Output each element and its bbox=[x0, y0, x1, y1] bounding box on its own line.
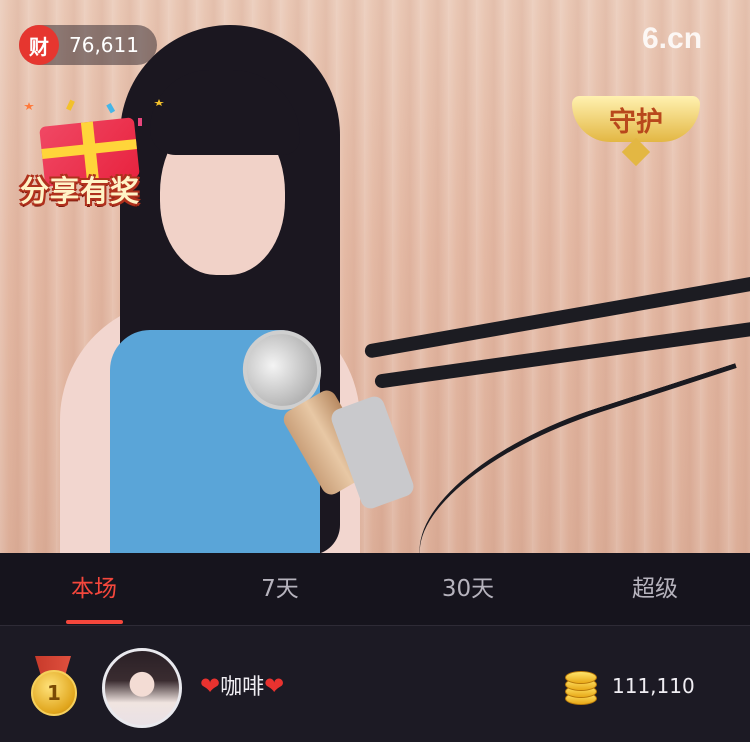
mic-cable bbox=[392, 363, 750, 553]
gold-medal-icon: 1 bbox=[29, 656, 77, 716]
tab-7-days[interactable]: 7天 bbox=[230, 553, 330, 625]
share-reward-button[interactable]: 分享有奖 bbox=[18, 98, 168, 210]
tab-this-session[interactable]: 本场 bbox=[44, 553, 144, 625]
active-tab-indicator bbox=[66, 620, 123, 624]
avatar[interactable] bbox=[102, 648, 182, 728]
guard-label: 守护 bbox=[609, 107, 663, 138]
wealth-counter[interactable]: 财 76,611 bbox=[19, 25, 157, 65]
user-name[interactable]: ❤咖啡❤ bbox=[200, 664, 284, 708]
guard-badge-tip bbox=[621, 137, 651, 167]
wealth-value: 76,611 bbox=[69, 33, 139, 57]
share-reward-label: 分享有奖 bbox=[20, 174, 141, 208]
live-video[interactable]: 财 76,611 分享有奖 6.cn 守护 bbox=[0, 0, 750, 553]
guard-button[interactable]: 守护 bbox=[572, 88, 700, 168]
ranking-tabs: 本场 7天 30天 超级 bbox=[0, 553, 750, 626]
rank-number: 1 bbox=[31, 670, 77, 716]
tab-30-days[interactable]: 30天 bbox=[418, 553, 518, 625]
mic-stand-arm bbox=[363, 275, 750, 359]
user-name-text: 咖啡 bbox=[220, 675, 265, 700]
contribution-amount: 111,110 bbox=[612, 674, 695, 698]
heart-icon: ❤ bbox=[200, 672, 221, 700]
heart-icon: ❤ bbox=[264, 672, 285, 700]
coin-stack-icon bbox=[565, 666, 597, 705]
tab-super[interactable]: 超级 bbox=[605, 553, 705, 625]
wealth-icon: 财 bbox=[19, 25, 59, 65]
site-logo: 6.cn bbox=[642, 22, 703, 55]
